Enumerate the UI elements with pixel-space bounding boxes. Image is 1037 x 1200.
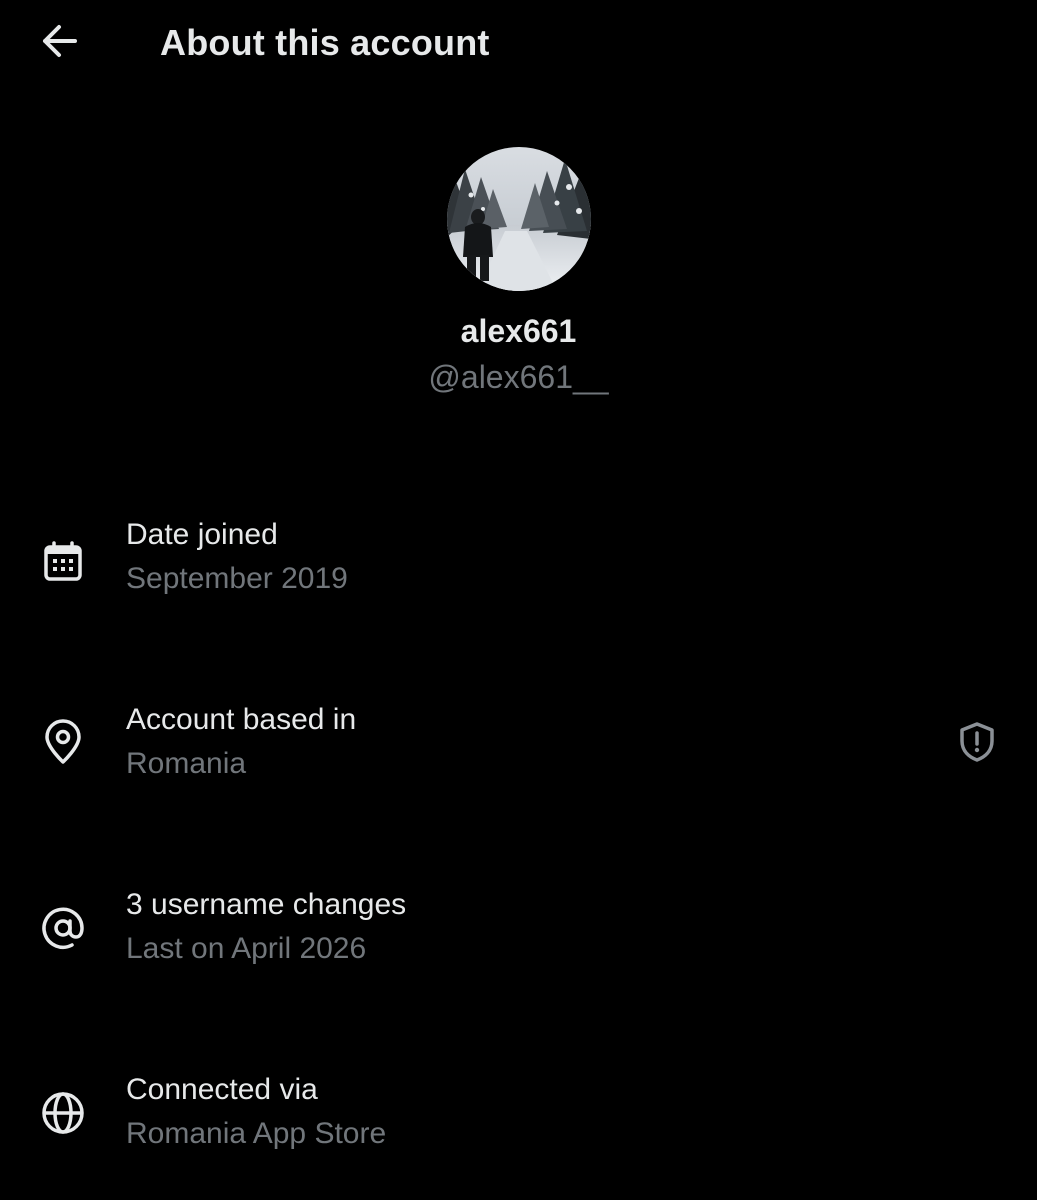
info-row-username-changes: 3 username changes Last on April 2026	[0, 880, 1037, 990]
at-sign-icon	[37, 902, 89, 954]
back-button[interactable]	[34, 22, 84, 64]
row-value: Last on April 2026	[126, 932, 367, 965]
shield-alert-icon	[957, 721, 997, 768]
row-title: Account based in	[126, 703, 357, 736]
profile-summary: alex661 @alex661__	[0, 147, 1037, 397]
row-title: Date joined	[126, 518, 278, 551]
location-pin-icon	[37, 716, 89, 768]
row-value: Romania	[126, 747, 247, 780]
page-title: About this account	[160, 22, 490, 63]
username-handle: @alex661__	[428, 359, 609, 395]
avatar[interactable]	[446, 147, 591, 291]
row-value: September 2019	[126, 562, 348, 595]
row-title: 3 username changes	[126, 888, 407, 921]
shield-alert-button[interactable]	[955, 721, 999, 768]
info-row-account-based-in: Account based in Romania	[0, 695, 1037, 805]
calendar-icon	[37, 536, 89, 588]
display-name: alex661	[460, 313, 577, 349]
row-title: Connected via	[126, 1073, 318, 1106]
info-row-connected-via: Connected via Romania App Store	[0, 1065, 1037, 1175]
info-row-date-joined: Date joined September 2019	[0, 510, 1037, 620]
globe-icon	[37, 1087, 89, 1139]
top-bar: About this account	[0, 0, 1037, 86]
arrow-left-icon	[40, 24, 78, 63]
row-value: Romania App Store	[126, 1117, 387, 1150]
